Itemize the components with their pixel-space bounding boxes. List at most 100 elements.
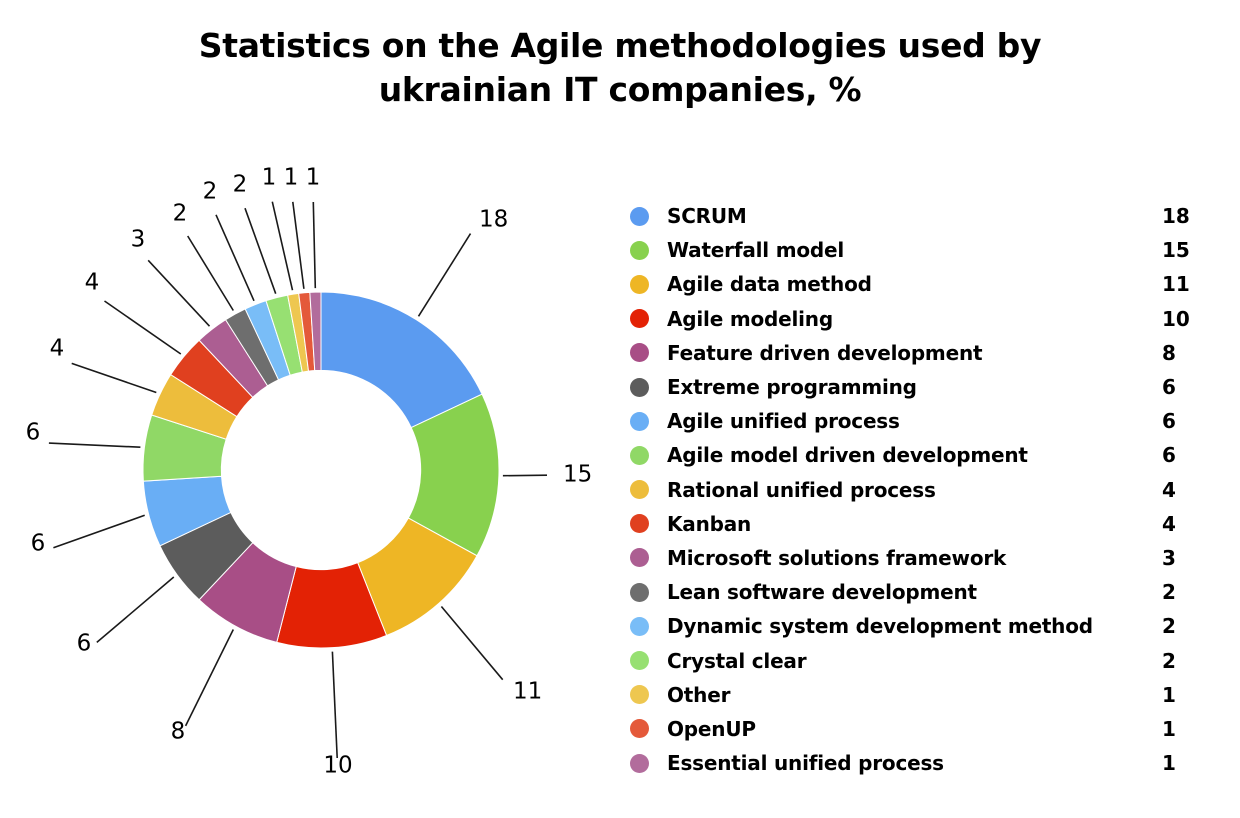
slice-value-label: 2	[203, 179, 218, 205]
slice-value-label: 6	[26, 420, 41, 446]
legend-item[interactable]: Extreme programming 6	[622, 370, 1222, 404]
slice-value-label: 6	[31, 531, 46, 557]
slice-leader-line	[96, 576, 175, 644]
slice-value-label: 2	[173, 201, 188, 227]
legend-item-label: SCRUM	[667, 204, 747, 229]
slice-leader-line	[502, 474, 548, 477]
legend-item-value: 8	[1162, 340, 1176, 365]
legend-item-label: Extreme programming	[667, 375, 917, 400]
legend-item-value: 2	[1162, 614, 1176, 639]
slice-leader-line	[48, 442, 141, 448]
slice-leader-line	[215, 214, 255, 302]
slice-value-label: 8	[171, 719, 186, 745]
slice-value-label: 18	[479, 207, 508, 233]
slice-value-label: 1	[262, 165, 277, 191]
legend-item-value: 1	[1162, 682, 1176, 707]
slice-value-label: 3	[131, 227, 146, 253]
chart-legend: SCRUM 18 Waterfall model 15 Agile data metho…	[622, 199, 1222, 780]
legend-color-swatch	[630, 685, 649, 705]
legend-item-label: Waterfall model	[667, 238, 845, 263]
legend-color-swatch	[630, 309, 649, 329]
slice-value-label: 1	[306, 165, 321, 191]
legend-item[interactable]: Agile model driven development 6	[622, 438, 1222, 472]
legend-item[interactable]: Essential unified process 1	[622, 746, 1222, 780]
legend-item-value: 4	[1162, 511, 1176, 536]
legend-color-swatch	[630, 651, 649, 671]
legend-item-value: 18	[1162, 204, 1190, 229]
slice-value-label: 15	[563, 462, 592, 488]
legend-item-label: Agile modeling	[667, 306, 833, 331]
slice-leader-line	[271, 201, 294, 291]
legend-color-swatch	[630, 274, 649, 294]
legend-item-label: Agile data method	[667, 272, 872, 297]
legend-item-label: Essential unified process	[667, 751, 944, 776]
legend-color-swatch	[630, 343, 649, 363]
legend-item[interactable]: Agile modeling 10	[622, 302, 1222, 336]
legend-item-value: 15	[1162, 238, 1190, 263]
legend-item-label: Crystal clear	[667, 648, 807, 673]
legend-item-label: Agile unified process	[667, 409, 900, 434]
legend-color-swatch	[630, 616, 649, 636]
legend-item[interactable]: Waterfall model 15	[622, 233, 1222, 267]
legend-item[interactable]: SCRUM 18	[622, 199, 1222, 233]
legend-item-label: OpenUP	[667, 716, 756, 741]
donut-chart: 18 15 11 10 8 6 6 6 4 4 3 2 2 2 1 1 1	[0, 130, 620, 818]
legend-color-swatch	[630, 753, 649, 773]
legend-item[interactable]: Rational unified process 4	[622, 473, 1222, 507]
legend-item[interactable]: Agile data method 11	[622, 267, 1222, 301]
legend-item[interactable]: Microsoft solutions framework 3	[622, 541, 1222, 575]
legend-item[interactable]: Feature driven development 8	[622, 336, 1222, 370]
slice-leader-line	[147, 259, 211, 327]
legend-color-swatch	[630, 480, 649, 500]
slice-leader-line	[292, 201, 305, 289]
legend-color-swatch	[630, 411, 649, 431]
legend-item[interactable]: Crystal clear 2	[622, 643, 1222, 677]
legend-item-value: 6	[1162, 443, 1176, 468]
legend-item-label: Lean software development	[667, 580, 977, 605]
page-title-line-2: ukrainian IT companies, %	[378, 69, 862, 109]
slice-value-label: 4	[85, 270, 100, 296]
legend-color-swatch	[630, 377, 649, 397]
legend-item[interactable]: OpenUP 1	[622, 712, 1222, 746]
legend-color-swatch	[630, 582, 649, 602]
legend-item-value: 1	[1162, 716, 1176, 741]
page-title-line-1: Statistics on the Agile methodologies us…	[198, 26, 1042, 65]
slice-value-label: 11	[513, 679, 542, 705]
legend-item-value: 6	[1162, 409, 1176, 434]
legend-color-swatch	[630, 445, 649, 465]
legend-color-swatch	[630, 206, 649, 226]
legend-color-swatch	[630, 240, 649, 260]
legend-color-swatch	[630, 548, 649, 568]
legend-item-value: 2	[1162, 648, 1176, 673]
legend-item-label: Feature driven development	[667, 340, 983, 365]
slice-leader-line	[184, 629, 235, 727]
slice-value-label: 1	[284, 165, 299, 191]
legend-item-label: Dynamic system development method	[667, 614, 1093, 639]
legend-item-value: 11	[1162, 272, 1190, 297]
legend-item-label: Rational unified process	[667, 477, 936, 502]
slice-leader-line	[244, 207, 277, 294]
slice-leader-line	[417, 233, 472, 317]
slice-leader-line	[331, 651, 338, 759]
legend-item[interactable]: Lean software development 2	[622, 575, 1222, 609]
legend-item-label: Agile model driven development	[667, 443, 1028, 468]
page-title: Statistics on the Agile methodologies us…	[0, 24, 1240, 111]
slice-value-label: 4	[50, 336, 65, 362]
donut-chart-svg: 18151110866644322 2 1 1 1	[26, 165, 593, 779]
slice-leader-line	[53, 514, 145, 549]
legend-item-value: 1	[1162, 751, 1176, 776]
legend-item-label: Other	[667, 682, 731, 707]
slice-leader-line	[187, 235, 234, 311]
slice-value-label: 6	[77, 631, 92, 657]
legend-item[interactable]: Dynamic system development method 2	[622, 609, 1222, 643]
slice-value-label: 10	[323, 753, 352, 779]
legend-item[interactable]: Agile unified process 6	[622, 404, 1222, 438]
legend-item-value: 4	[1162, 477, 1176, 502]
slice-leader-line	[104, 300, 182, 355]
legend-item-value: 2	[1162, 580, 1176, 605]
legend-item[interactable]: Other 1	[622, 678, 1222, 712]
legend-item-value: 3	[1162, 545, 1176, 570]
legend-item[interactable]: Kanban 4	[622, 507, 1222, 541]
legend-color-swatch	[630, 514, 649, 534]
legend-item-value: 10	[1162, 306, 1190, 331]
